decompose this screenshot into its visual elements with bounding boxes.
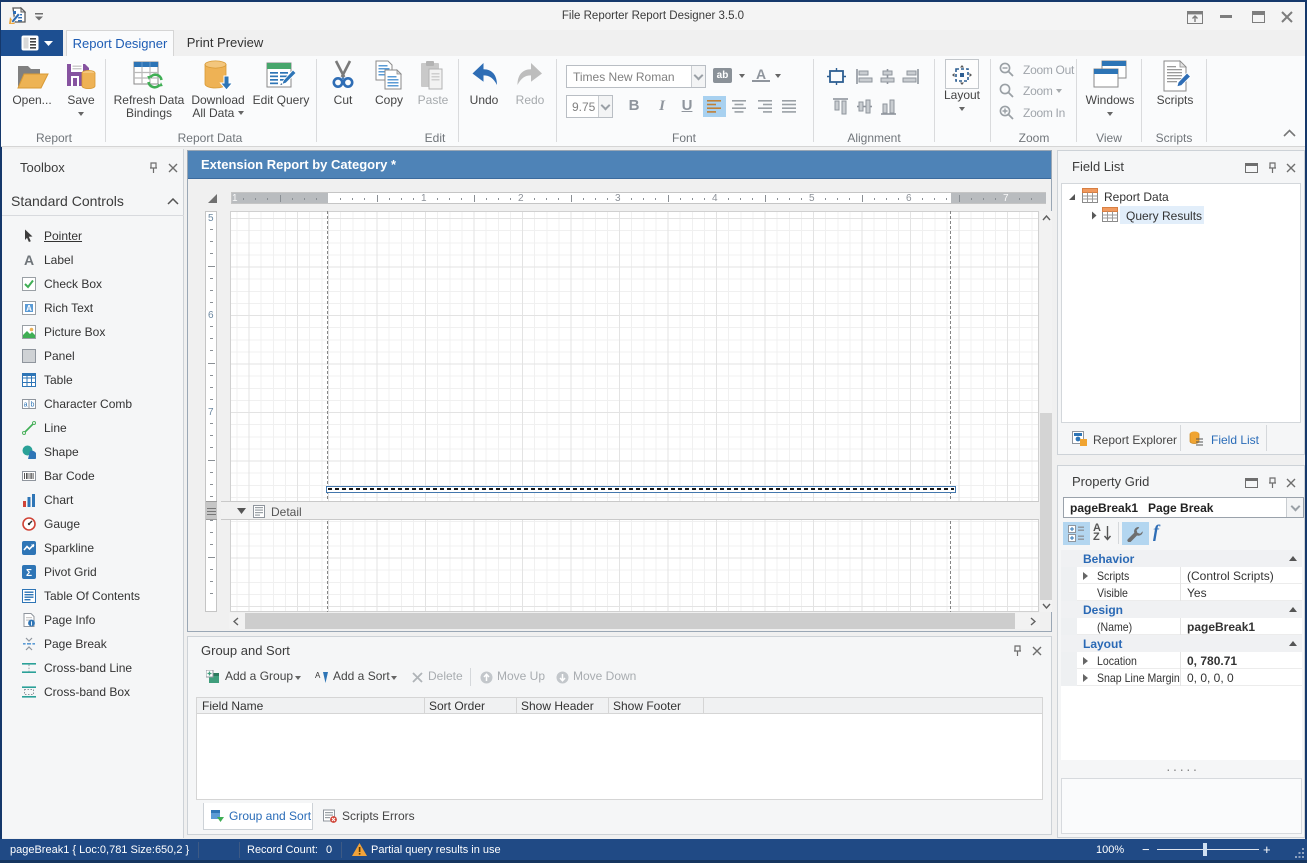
svg-text:A: A xyxy=(315,671,321,680)
svg-text:Σ: Σ xyxy=(26,568,32,579)
svg-text:a: a xyxy=(24,402,28,409)
svg-text:b: b xyxy=(30,402,34,409)
svg-text:i: i xyxy=(31,621,33,627)
svg-text:A: A xyxy=(26,304,32,313)
